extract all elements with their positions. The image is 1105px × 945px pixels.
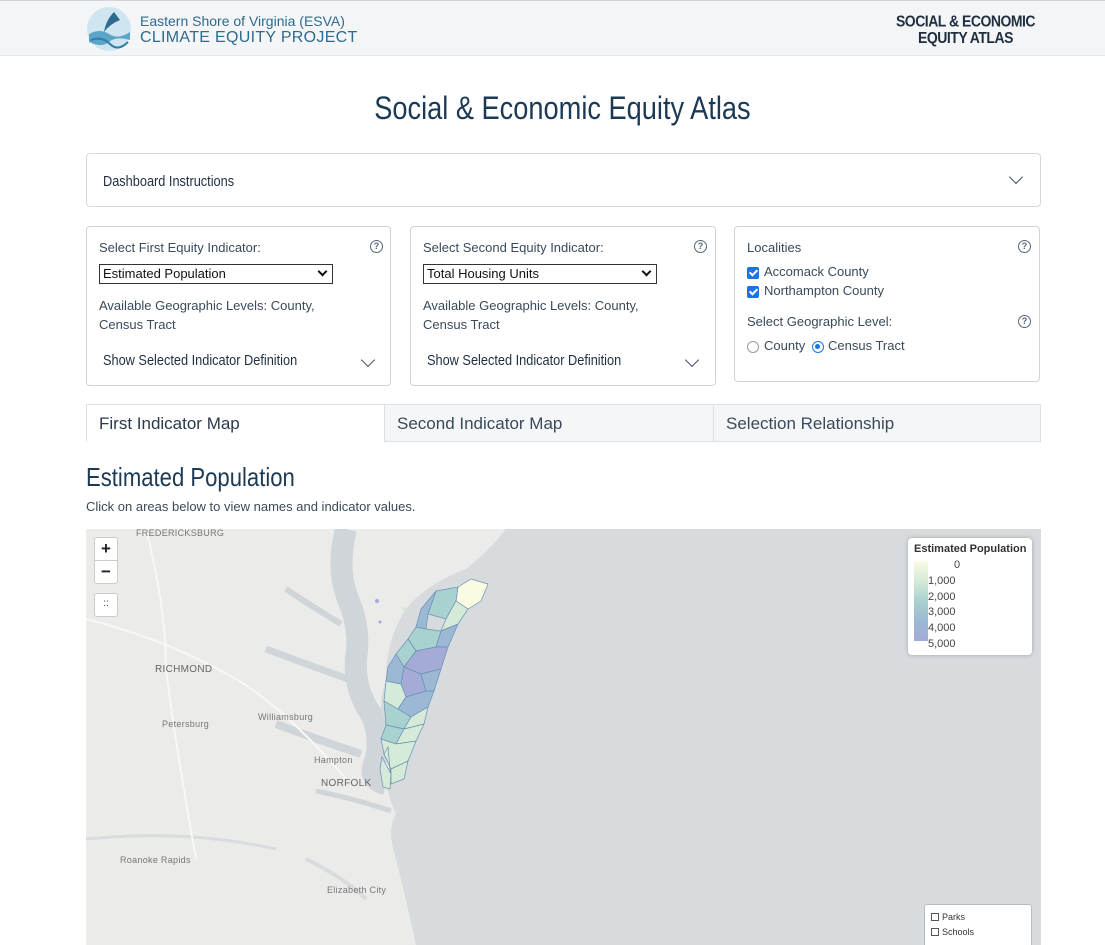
northampton-checkbox[interactable]	[747, 286, 759, 298]
available-line1: Available Geographic Levels: County,	[99, 298, 315, 313]
place-label: FREDERICKSBURG	[136, 529, 225, 538]
county-radio[interactable]	[747, 341, 759, 353]
layer-label: Schools	[942, 927, 975, 937]
page-title: Social & Economic Equity Atlas	[374, 90, 751, 126]
map-legend: Estimated Population 0 1,000 2,000 3,000…	[908, 538, 1032, 655]
layer-control: Parks Schools	[924, 904, 1032, 945]
northampton-label[interactable]: Northampton County	[764, 283, 884, 298]
help-icon[interactable]: ?	[1018, 240, 1031, 253]
first-indicator-panel: Select First Equity Indicator: ? Estimat…	[86, 226, 391, 386]
dropdown-arrow-icon	[317, 266, 328, 277]
second-indicator-value: Total Housing Units	[427, 266, 539, 281]
place-label: Elizabeth City	[327, 885, 387, 895]
layer-label: Parks	[942, 912, 966, 922]
help-icon[interactable]: ?	[1018, 315, 1031, 328]
accomack-checkbox[interactable]	[747, 267, 759, 279]
dropdown-arrow-icon	[641, 266, 652, 277]
legend-tick: 2,000	[928, 591, 956, 603]
chevron-down-icon[interactable]	[360, 352, 376, 368]
legend-color-scale	[914, 561, 928, 641]
instructions-label: Dashboard Instructions	[103, 173, 235, 190]
dashboard-instructions-accordion[interactable]: Dashboard Instructions	[86, 153, 1041, 207]
legend-tick: 1,000	[928, 575, 956, 587]
place-label: RICHMOND	[155, 664, 213, 675]
brand: Eastern Shore of Virginia (ESVA) CLIMATE…	[140, 13, 358, 47]
available-line1: Available Geographic Levels: County,	[423, 298, 639, 313]
tab-first-indicator-map[interactable]: First Indicator Map	[86, 404, 385, 442]
zoom-out-button[interactable]: −	[94, 560, 118, 584]
chevron-down-icon	[1008, 169, 1024, 185]
place-label: NORFOLK	[321, 778, 372, 789]
brand-line1: Eastern Shore of Virginia (ESVA)	[140, 13, 345, 29]
help-icon[interactable]: ?	[370, 240, 383, 253]
chevron-down-icon[interactable]	[684, 352, 700, 368]
indicator-map[interactable]: FREDERICKSBURG RICHMOND Petersburg Willi…	[86, 529, 1041, 945]
map-canvas[interactable]	[86, 529, 1041, 945]
first-definition-toggle[interactable]: Show Selected Indicator Definition	[103, 352, 297, 369]
legend-tick: 0	[954, 559, 961, 571]
section-subtitle: Click on areas below to view names and i…	[86, 499, 416, 514]
census-tract-radio-label[interactable]: Census Tract	[828, 338, 905, 353]
fullscreen-icon[interactable]: ::	[94, 593, 118, 617]
first-available-levels: Available Geographic Levels: County, Cen…	[99, 296, 369, 334]
localities-panel: Localities ? Accomack County Northampton…	[734, 226, 1040, 382]
available-line2: Census Tract	[99, 317, 176, 332]
zoom-in-button[interactable]: +	[94, 537, 118, 561]
top-bar: Eastern Shore of Virginia (ESVA) CLIMATE…	[0, 0, 1105, 56]
localities-label: Localities	[747, 240, 802, 255]
map-tabs: First Indicator Map Second Indicator Map…	[86, 404, 1041, 442]
place-label: Williamsburg	[258, 712, 314, 722]
brand-line2: CLIMATE EQUITY PROJECT	[140, 29, 358, 46]
geo-level-label: Select Geographic Level:	[747, 314, 893, 329]
legend-tick: 3,000	[928, 606, 956, 618]
legend-title: Estimated Population	[914, 543, 1027, 555]
accomack-label[interactable]: Accomack County	[764, 264, 869, 279]
atlas-tag-line2: EQUITY ATLAS	[918, 28, 1013, 47]
esva-logo-icon[interactable]	[86, 6, 132, 52]
available-line2: Census Tract	[423, 317, 500, 332]
checkbox-icon[interactable]	[931, 913, 939, 921]
census-tract-radio[interactable]	[812, 341, 824, 353]
help-icon[interactable]: ?	[694, 240, 707, 253]
layer-parks[interactable]: Parks	[931, 912, 965, 922]
atlas-tag-line1: SOCIAL & ECONOMIC	[895, 12, 1036, 30]
second-indicator-label: Select Second Equity Indicator:	[423, 240, 604, 255]
place-label: Roanoke Rapids	[120, 855, 191, 865]
first-indicator-select[interactable]: Estimated Population	[99, 264, 333, 284]
first-indicator-label: Select First Equity Indicator:	[99, 240, 261, 255]
second-indicator-panel: Select Second Equity Indicator: ? Total …	[410, 226, 716, 386]
second-indicator-select[interactable]: Total Housing Units	[423, 264, 657, 284]
atlas-tag[interactable]: SOCIAL & ECONOMIC EQUITY ATLAS	[895, 12, 1036, 47]
second-available-levels: Available Geographic Levels: County, Cen…	[423, 296, 693, 334]
section-title: Estimated Population	[86, 462, 295, 492]
legend-tick: 5,000	[928, 638, 956, 650]
layer-schools[interactable]: Schools	[931, 927, 974, 937]
checkbox-icon[interactable]	[931, 928, 939, 936]
tab-selection-relationship[interactable]: Selection Relationship	[713, 404, 1041, 442]
place-label: Petersburg	[162, 719, 210, 729]
tab-second-indicator-map[interactable]: Second Indicator Map	[384, 404, 714, 442]
county-radio-label[interactable]: County	[764, 338, 805, 353]
place-label: Hampton	[314, 755, 353, 765]
legend-tick: 4,000	[928, 622, 956, 634]
first-indicator-value: Estimated Population	[103, 266, 226, 281]
second-definition-toggle[interactable]: Show Selected Indicator Definition	[427, 352, 621, 369]
